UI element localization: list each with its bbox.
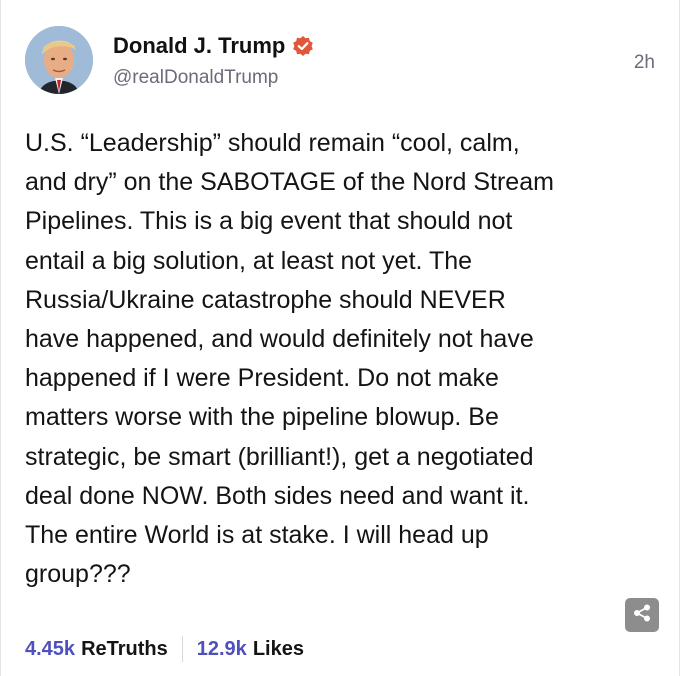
post-stats: 4.45k ReTruths 12.9k Likes bbox=[25, 636, 304, 662]
share-icon bbox=[632, 603, 652, 628]
post-timestamp[interactable]: 2h bbox=[634, 52, 655, 74]
avatar[interactable] bbox=[25, 26, 93, 94]
retruths-stat[interactable]: 4.45k ReTruths bbox=[25, 638, 168, 661]
retruths-label: ReTruths bbox=[81, 637, 168, 660]
author-display-name[interactable]: Donald J. Trump bbox=[113, 33, 285, 59]
author-name-row[interactable]: Donald J. Trump bbox=[113, 33, 314, 59]
likes-label: Likes bbox=[252, 637, 304, 660]
author-handle[interactable]: @realDonaldTrump bbox=[113, 67, 278, 89]
likes-stat[interactable]: 12.9k Likes bbox=[197, 638, 304, 661]
post-body-text: U.S. “Leadership” should remain “cool, c… bbox=[25, 129, 554, 589]
post-card: Donald J. Trump @realDonaldTrump 2h U.S.… bbox=[0, 0, 680, 676]
likes-count: 12.9k bbox=[196, 637, 247, 660]
retruths-count: 4.45k bbox=[25, 637, 76, 660]
stats-divider bbox=[181, 636, 183, 662]
verified-badge-icon bbox=[292, 35, 314, 57]
share-button[interactable] bbox=[625, 598, 659, 632]
